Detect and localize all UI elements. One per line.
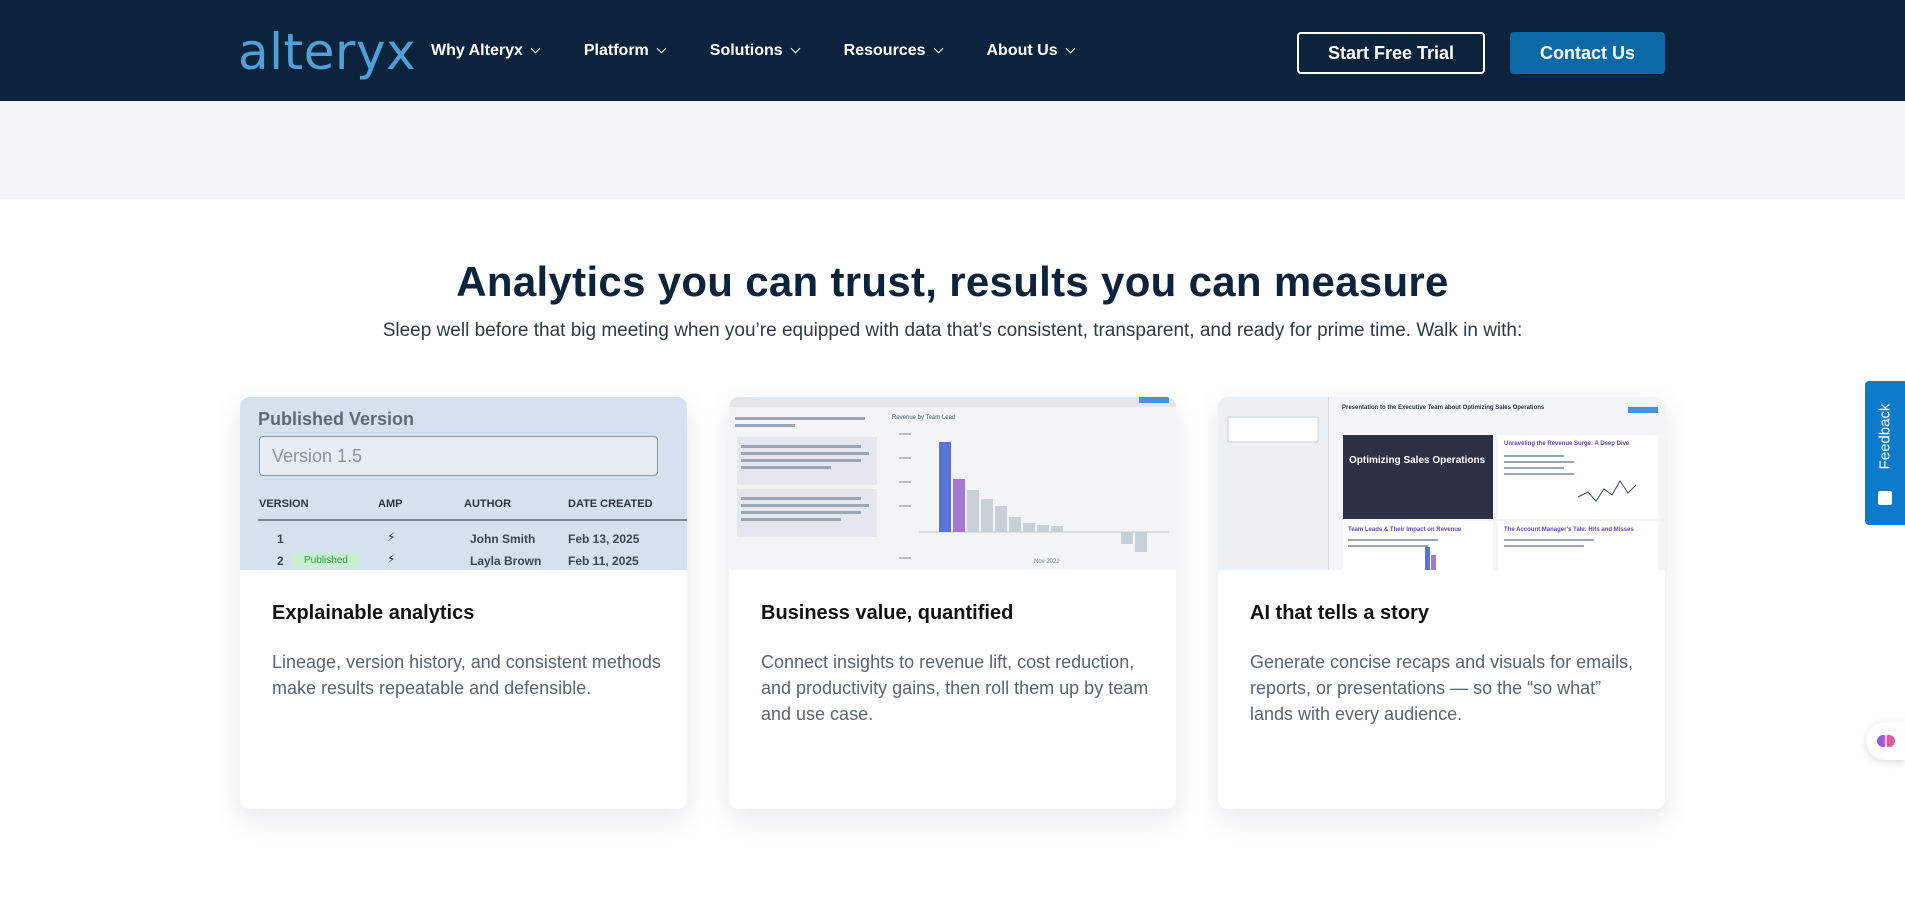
card-image-revenue-chart: Revenue by Team Lead Nov 2022 — [729, 397, 1176, 570]
menu-label: Platform — [583, 42, 649, 59]
divider — [258, 519, 687, 521]
chart-title: Revenue by Team Lead — [892, 415, 956, 421]
slide-section: The Account Manager’s Tale: Hits and Mis… — [1504, 527, 1634, 533]
contact-us-button[interactable]: Contact Us — [1510, 32, 1665, 74]
card-explainable-analytics: Published Version Version 1.5 VERSION AM… — [240, 397, 687, 809]
card-image-version-history: Published Version Version 1.5 VERSION AM… — [240, 397, 687, 570]
col-header: AMP — [378, 498, 403, 510]
card-image-presentation: Presentation to the Executive Team about… — [1218, 397, 1665, 570]
doc-title: Presentation to the Executive Team about… — [1342, 405, 1545, 411]
menu-label: Resources — [843, 42, 926, 59]
gray-band — [0, 101, 1905, 199]
card-text: Generate concise recaps and visuals for … — [1250, 652, 1634, 724]
row-version: 1 — [277, 532, 284, 546]
top-navigation: alteryx Why Alteryx Platform Solutions R… — [0, 0, 1905, 101]
menu-label: About Us — [986, 42, 1058, 59]
col-header: DATE CREATED — [568, 498, 653, 510]
menu-about-us[interactable]: About Us — [986, 42, 1076, 60]
bolt-icon: ⚡ — [387, 530, 396, 544]
chevron-down-icon — [1065, 43, 1076, 54]
menu-resources[interactable]: Resources — [843, 42, 943, 60]
menu-solutions[interactable]: Solutions — [709, 42, 801, 60]
row-date: Feb 13, 2025 — [568, 532, 640, 546]
chevron-down-icon — [656, 43, 667, 54]
main-menu: Why Alteryx Platform Solutions Resources… — [431, 42, 1076, 60]
bolt-icon: ⚡ — [387, 552, 396, 566]
published-badge: Published — [292, 553, 360, 568]
feedback-tab[interactable]: Feedback — [1865, 381, 1905, 525]
row-author: Layla Brown — [470, 554, 542, 568]
revenue-chart-illustration — [729, 397, 1176, 559]
presentation-illustration — [1218, 397, 1658, 570]
feedback-icon — [1878, 491, 1892, 505]
chevron-down-icon — [790, 43, 801, 54]
col-header: VERSION — [259, 498, 309, 510]
menu-platform[interactable]: Platform — [583, 42, 667, 60]
card-text: Connect insights to revenue lift, cost r… — [761, 652, 1149, 724]
card-ai-story: Presentation to the Executive Team about… — [1218, 397, 1665, 809]
slide-section: Unraveling the Revenue Surge: A Deep Div… — [1504, 441, 1630, 447]
panel-title: Published Version — [258, 409, 415, 429]
alteryx-logo[interactable]: alteryx — [238, 22, 416, 82]
menu-label: Solutions — [709, 42, 783, 59]
card-title: AI that tells a story — [1250, 602, 1429, 624]
menu-label: Why Alteryx — [431, 42, 523, 59]
row-author: John Smith — [470, 532, 536, 546]
brain-icon — [1876, 735, 1895, 747]
menu-why-alteryx[interactable]: Why Alteryx — [431, 42, 541, 60]
chevron-down-icon — [530, 43, 541, 54]
row-date: Feb 11, 2025 — [568, 554, 639, 568]
hero-slide-title: Optimizing Sales Operations — [1349, 455, 1486, 466]
section-subtitle: Sleep well before that big meeting when … — [382, 320, 1523, 341]
card-business-value: Revenue by Team Lead Nov 2022 Business v… — [729, 397, 1176, 809]
card-title: Business value, quantified — [761, 602, 1014, 624]
chart-x-label: Nov 2022 — [1034, 559, 1060, 565]
card-title: Explainable analytics — [272, 602, 475, 624]
start-free-trial-button[interactable]: Start Free Trial — [1297, 32, 1485, 74]
ai-assistant-button[interactable] — [1866, 722, 1905, 760]
chevron-down-icon — [933, 43, 943, 54]
card-text: Lineage, version history, and consistent… — [272, 652, 661, 698]
section-title: Analytics you can trust, results you can… — [456, 258, 1449, 305]
version-input: Version 1.5 — [259, 436, 658, 476]
row-version: 2 — [277, 554, 284, 568]
slide-section: Team Leads & Their Impact on Revenue — [1348, 527, 1462, 533]
feedback-label: Feedback — [1876, 403, 1894, 469]
col-header: AUTHOR — [464, 498, 512, 510]
